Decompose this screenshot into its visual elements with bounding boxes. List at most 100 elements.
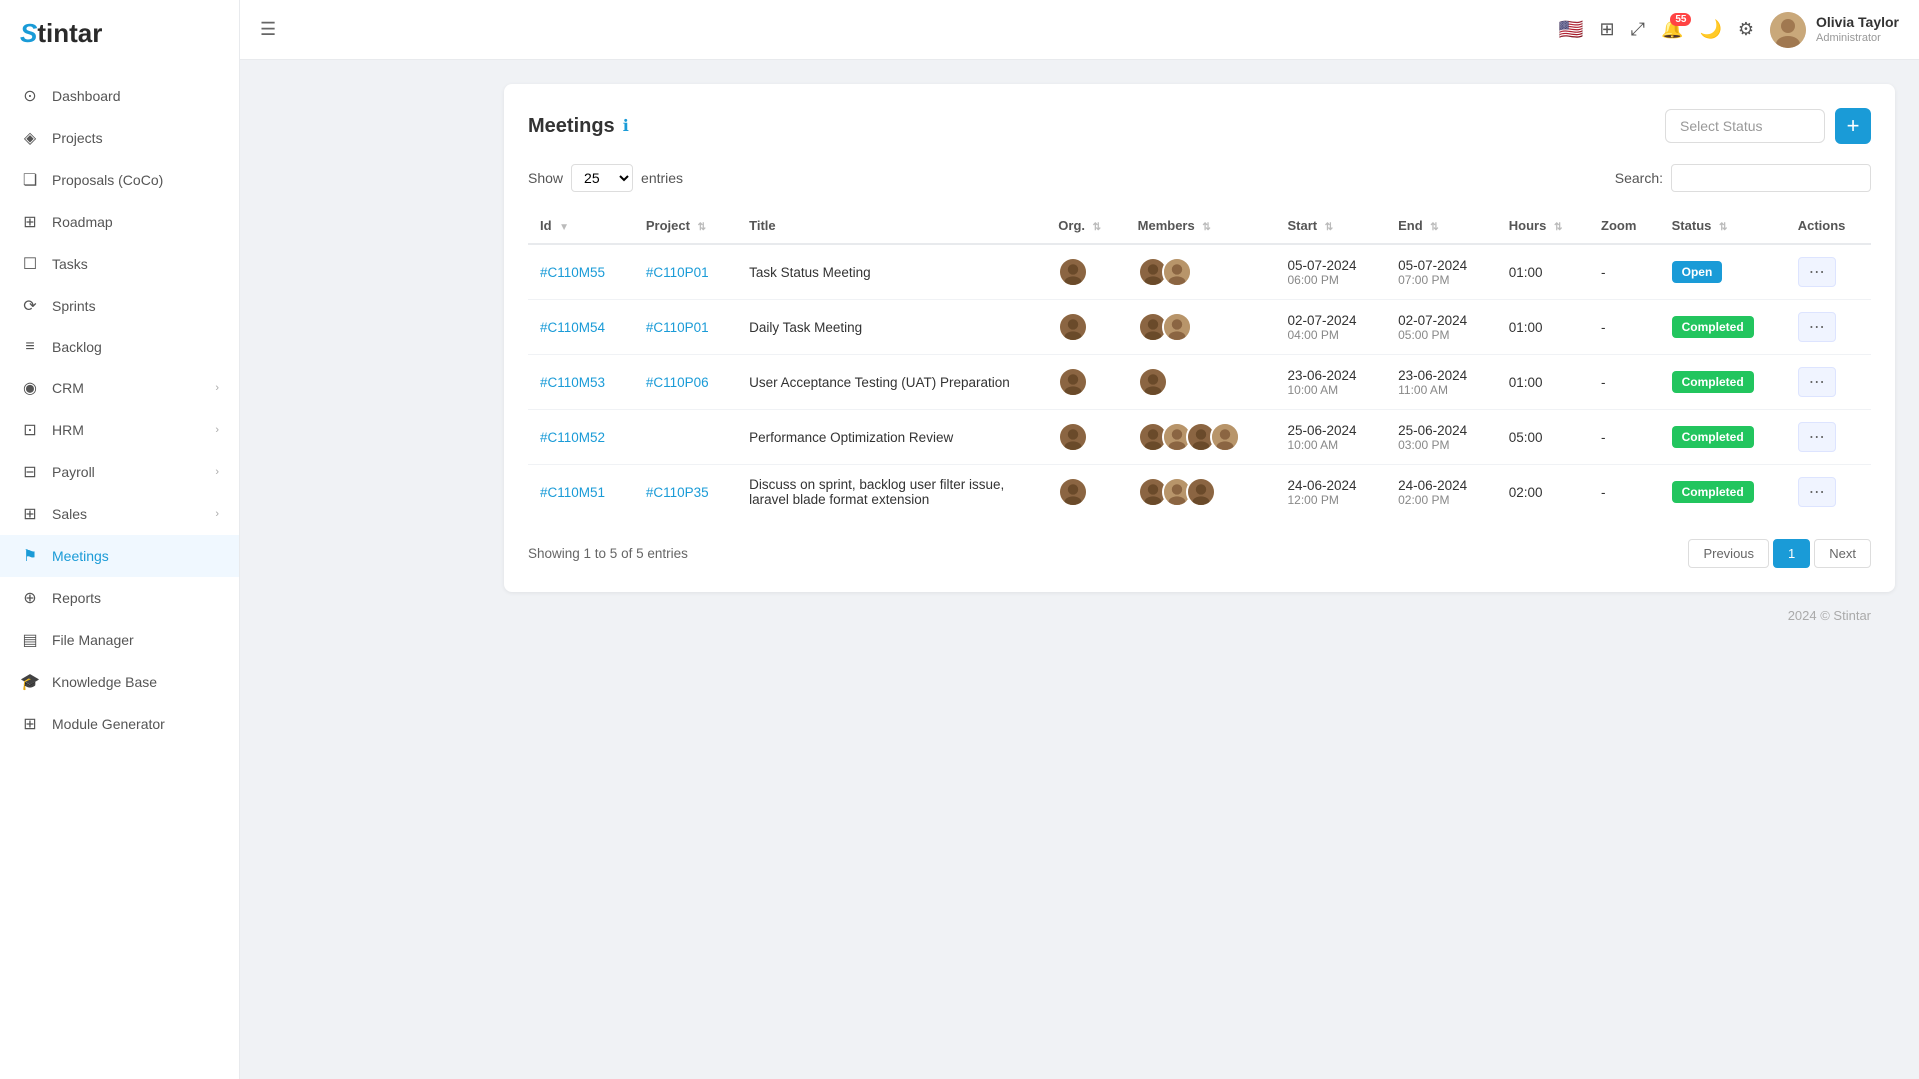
sidebar-item-crm[interactable]: ◉ CRM ›	[0, 367, 239, 409]
language-flag-icon[interactable]: 🇺🇸	[1559, 17, 1584, 42]
cell-hours: 05:00	[1497, 410, 1589, 465]
project-link[interactable]: #C110P06	[646, 375, 709, 390]
row-action-button[interactable]: ⋯	[1798, 257, 1836, 287]
project-link[interactable]: #C110P01	[646, 320, 709, 335]
col-start[interactable]: Start ⇅	[1275, 208, 1386, 244]
avatar	[1770, 12, 1806, 48]
sidebar-item-left: ⊕ Reports	[20, 588, 101, 608]
settings-icon[interactable]: ⚙	[1738, 19, 1754, 40]
notification-badge: 55	[1670, 13, 1691, 26]
sidebar-item-dashboard[interactable]: ⊙ Dashboard	[0, 75, 239, 117]
col-id[interactable]: Id ▼	[528, 208, 634, 244]
sidebar-item-file-manager[interactable]: ▤ File Manager	[0, 619, 239, 661]
cell-org	[1046, 410, 1125, 465]
sidebar-item-sales[interactable]: ⊞ Sales ›	[0, 493, 239, 535]
search-area: Search:	[1615, 164, 1871, 192]
member-avatar	[1162, 257, 1192, 287]
chevron-right-icon: ›	[215, 382, 219, 394]
col-end[interactable]: End ⇅	[1386, 208, 1497, 244]
apps-icon[interactable]: ⊞	[1600, 19, 1615, 40]
sidebar-item-left: ⊟ Payroll	[20, 462, 95, 482]
cell-zoom: -	[1589, 465, 1660, 520]
status-select[interactable]: Select Status Open Completed	[1665, 109, 1825, 143]
sidebar-item-hrm[interactable]: ⊡ HRM ›	[0, 409, 239, 451]
expand-icon[interactable]: ⤢	[1631, 19, 1645, 40]
meetings-table: Id ▼ Project ⇅ Title Org. ⇅ Members ⇅ St…	[528, 208, 1871, 519]
sidebar-item-icon: ◈	[20, 128, 40, 148]
info-icon[interactable]: ℹ	[623, 116, 629, 136]
sidebar-item-icon: ▤	[20, 630, 40, 650]
meeting-id-link[interactable]: #C110M54	[540, 320, 605, 335]
cell-actions: ⋯	[1786, 244, 1871, 300]
col-members[interactable]: Members ⇅	[1126, 208, 1276, 244]
sidebar-item-meetings[interactable]: ⚑ Meetings	[0, 535, 239, 577]
sidebar-item-label: Dashboard	[52, 88, 121, 104]
sidebar-item-left: ❏ Proposals (CoCo)	[20, 170, 163, 190]
app-logo: Stintar	[20, 18, 102, 49]
main-content: Meetings ℹ Select Status Open Completed …	[480, 60, 1919, 1079]
sidebar-item-payroll[interactable]: ⊟ Payroll ›	[0, 451, 239, 493]
sidebar-item-label: Sprints	[52, 298, 96, 314]
add-meeting-button[interactable]: +	[1835, 108, 1871, 144]
sidebar-item-icon: ☐	[20, 254, 40, 274]
cell-members	[1126, 465, 1276, 520]
row-action-button[interactable]: ⋯	[1798, 312, 1836, 342]
cell-status: Completed	[1660, 300, 1786, 355]
sidebar-item-proposals[interactable]: ❏ Proposals (CoCo)	[0, 159, 239, 201]
sidebar-item-tasks[interactable]: ☐ Tasks	[0, 243, 239, 285]
row-action-button[interactable]: ⋯	[1798, 477, 1836, 507]
member-avatar	[1210, 422, 1240, 452]
cell-members	[1126, 355, 1276, 410]
cell-org	[1046, 300, 1125, 355]
user-name: Olivia Taylor	[1816, 13, 1899, 31]
cell-org	[1046, 465, 1125, 520]
cell-id: #C110M54	[528, 300, 634, 355]
cell-status: Open	[1660, 244, 1786, 300]
menu-toggle-icon[interactable]: ☰	[260, 19, 276, 40]
meeting-id-link[interactable]: #C110M52	[540, 430, 605, 445]
org-avatar-group	[1058, 257, 1113, 287]
cell-end: 02-07-202405:00 PM	[1386, 300, 1497, 355]
sidebar-item-icon: ⊙	[20, 86, 40, 106]
col-hours[interactable]: Hours ⇅	[1497, 208, 1589, 244]
card-title-area: Meetings ℹ	[528, 115, 629, 138]
cell-members	[1126, 300, 1276, 355]
row-action-button[interactable]: ⋯	[1798, 367, 1836, 397]
meeting-id-link[interactable]: #C110M53	[540, 375, 605, 390]
meeting-id-link[interactable]: #C110M51	[540, 485, 605, 500]
notification-icon[interactable]: 🔔 55	[1661, 19, 1683, 40]
next-page-button[interactable]: Next	[1814, 539, 1871, 568]
col-org[interactable]: Org. ⇅	[1046, 208, 1125, 244]
table-body: #C110M55 #C110P01 Task Status Meeting 05…	[528, 244, 1871, 519]
row-action-button[interactable]: ⋯	[1798, 422, 1836, 452]
sidebar-item-roadmap[interactable]: ⊞ Roadmap	[0, 201, 239, 243]
cell-status: Completed	[1660, 355, 1786, 410]
sidebar-item-projects[interactable]: ◈ Projects	[0, 117, 239, 159]
table-row: #C110M53 #C110P06 User Acceptance Testin…	[528, 355, 1871, 410]
show-entries: Show 25 10 50 100 entries	[528, 164, 683, 192]
meeting-id-link[interactable]: #C110M55	[540, 265, 605, 280]
sidebar-item-backlog[interactable]: ≡ Backlog	[0, 327, 239, 367]
cell-end: 24-06-202402:00 PM	[1386, 465, 1497, 520]
page-footer: 2024 © Stintar	[504, 592, 1895, 631]
sidebar-item-knowledge-base[interactable]: 🎓 Knowledge Base	[0, 661, 239, 703]
meetings-card: Meetings ℹ Select Status Open Completed …	[504, 84, 1895, 592]
previous-page-button[interactable]: Previous	[1688, 539, 1769, 568]
col-project[interactable]: Project ⇅	[634, 208, 737, 244]
project-link[interactable]: #C110P01	[646, 265, 709, 280]
col-status[interactable]: Status ⇅	[1660, 208, 1786, 244]
search-input[interactable]	[1671, 164, 1871, 192]
copyright: 2024 © Stintar	[1788, 608, 1871, 623]
project-link[interactable]: #C110P35	[646, 485, 709, 500]
user-profile[interactable]: Olivia Taylor Administrator	[1770, 12, 1899, 48]
sidebar-item-sprints[interactable]: ⟳ Sprints	[0, 285, 239, 327]
sidebar-nav: ⊙ Dashboard ◈ Projects ❏ Proposals (CoCo…	[0, 67, 239, 1079]
sidebar-item-left: ⊞ Sales	[20, 504, 87, 524]
page-1-button[interactable]: 1	[1773, 539, 1810, 568]
header-actions: Select Status Open Completed +	[1665, 108, 1871, 144]
sidebar-item-left: ☐ Tasks	[20, 254, 88, 274]
theme-icon[interactable]: 🌙	[1699, 19, 1721, 40]
sidebar-item-reports[interactable]: ⊕ Reports	[0, 577, 239, 619]
sidebar-item-module-generator[interactable]: ⊞ Module Generator	[0, 703, 239, 745]
entries-per-page-select[interactable]: 25 10 50 100	[571, 164, 633, 192]
